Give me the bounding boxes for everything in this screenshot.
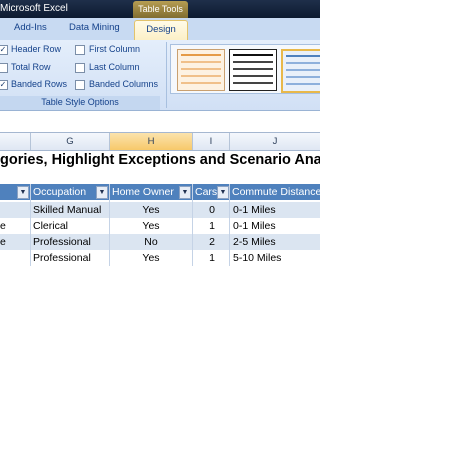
excel-window: Microsoft Excel Table Tools Add-Ins Data… bbox=[0, 0, 320, 266]
column-header-i[interactable]: I bbox=[193, 133, 230, 150]
table-row[interactable]: Professional Yes 1 5-10 Miles bbox=[0, 250, 320, 266]
filter-dropdown-icon[interactable]: ▼ bbox=[17, 186, 29, 199]
total-row-label: Total Row bbox=[11, 62, 51, 72]
cell-commute-distance: 2-5 Miles bbox=[233, 236, 276, 248]
table-row[interactable]: Skilled Manual Yes 0 0-1 Miles bbox=[0, 202, 320, 218]
column-header-g[interactable]: G bbox=[31, 133, 110, 150]
filter-dropdown-icon[interactable]: ▼ bbox=[217, 186, 229, 199]
cell-cars: 2 bbox=[209, 236, 215, 248]
cell-occupation: Skilled Manual bbox=[33, 204, 102, 216]
cell-partial bbox=[0, 202, 28, 218]
ribbon-separator bbox=[166, 42, 167, 108]
cell-commute-distance: 0-1 Miles bbox=[233, 204, 276, 216]
table-tools-context-label: Table Tools bbox=[133, 1, 188, 19]
first-column-label: First Column bbox=[89, 44, 141, 54]
banded-rows-checkbox[interactable]: ✓ bbox=[0, 80, 8, 90]
header-row-label: Header Row bbox=[11, 44, 62, 54]
tab-data-mining[interactable]: Data Mining bbox=[69, 22, 120, 33]
gridline bbox=[192, 184, 193, 266]
first-column-checkbox[interactable] bbox=[75, 45, 85, 55]
table-header-row: ▼ Occupation ▼ Home Owner ▼ Cars ▼ Commu… bbox=[0, 184, 320, 200]
title-bar: Microsoft Excel Table Tools bbox=[0, 0, 320, 19]
table-style-orange[interactable] bbox=[177, 49, 225, 91]
sheet-title: gories, Highlight Exceptions and Scenari… bbox=[0, 152, 320, 168]
banded-columns-checkbox[interactable] bbox=[75, 80, 85, 90]
header-home-owner: Home Owner bbox=[112, 186, 174, 198]
cell-occupation: Professional bbox=[33, 252, 91, 264]
header-occupation: Occupation bbox=[33, 186, 87, 198]
table-styles-gallery bbox=[170, 44, 320, 94]
gridline bbox=[109, 184, 110, 266]
last-column-label: Last Column bbox=[89, 62, 140, 72]
gridline bbox=[30, 184, 31, 266]
cell-commute-distance: 5-10 Miles bbox=[233, 252, 282, 264]
app-title: Microsoft Excel bbox=[0, 3, 68, 14]
cell-home-owner: Yes bbox=[142, 252, 160, 264]
header-commute-distance: Commute Distance bbox=[232, 186, 320, 198]
column-header-bar: G H I J bbox=[0, 132, 320, 151]
cell-home-owner: Yes bbox=[142, 204, 160, 216]
cell-cars: 1 bbox=[209, 220, 215, 232]
cell-home-owner: No bbox=[144, 236, 158, 248]
banded-rows-label: Banded Rows bbox=[11, 79, 68, 89]
tab-design[interactable]: Design bbox=[134, 20, 188, 41]
filter-dropdown-icon[interactable]: ▼ bbox=[179, 186, 191, 199]
table-style-options-group-label: Table Style Options bbox=[0, 96, 160, 110]
tab-add-ins[interactable]: Add-Ins bbox=[14, 22, 47, 33]
cell-home-owner: Yes bbox=[142, 220, 160, 232]
cell-partial: e bbox=[0, 220, 6, 232]
column-header-f[interactable] bbox=[0, 133, 31, 150]
cell-commute-distance: 0-1 Miles bbox=[233, 220, 276, 232]
header-cars: Cars bbox=[195, 186, 217, 198]
cell-cars: 1 bbox=[209, 252, 215, 264]
table-row[interactable]: e Clerical Yes 1 0-1 Miles bbox=[0, 218, 320, 234]
total-row-checkbox[interactable] bbox=[0, 63, 8, 73]
header-row-checkbox[interactable]: ✓ bbox=[0, 45, 8, 55]
ribbon-tabs: Add-Ins Data Mining Design bbox=[0, 18, 320, 41]
table-style-black[interactable] bbox=[229, 49, 277, 91]
column-header-h[interactable]: H bbox=[110, 133, 193, 150]
gridline bbox=[229, 184, 230, 266]
table-style-blue-selected[interactable] bbox=[281, 49, 320, 93]
table-row[interactable]: e Professional No 2 2-5 Miles bbox=[0, 234, 320, 250]
cell-partial: e bbox=[0, 236, 6, 248]
cell-occupation: Professional bbox=[33, 236, 91, 248]
column-header-j[interactable]: J bbox=[230, 133, 320, 150]
filter-dropdown-icon[interactable]: ▼ bbox=[96, 186, 108, 199]
banded-columns-label: Banded Columns bbox=[89, 79, 159, 89]
cell-cars: 0 bbox=[209, 204, 215, 216]
cell-partial bbox=[0, 250, 28, 266]
last-column-checkbox[interactable] bbox=[75, 63, 85, 73]
cell-occupation: Clerical bbox=[33, 220, 69, 232]
